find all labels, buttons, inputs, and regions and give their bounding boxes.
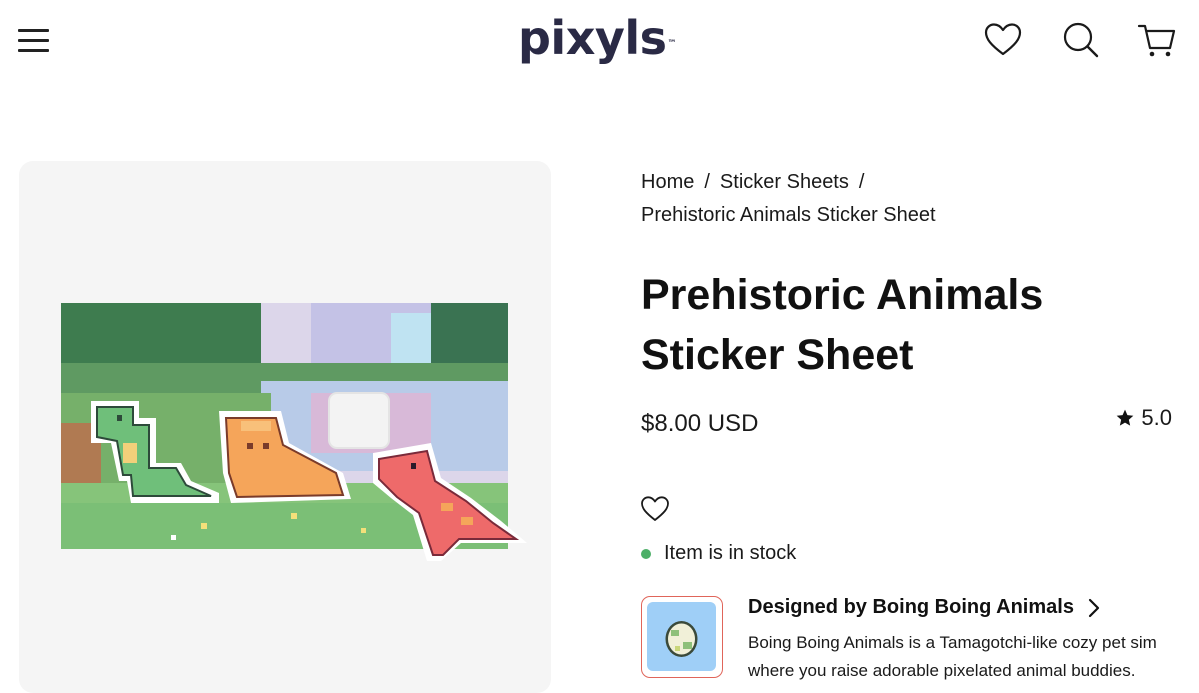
product-rating[interactable]: 5.0 <box>1115 405 1172 431</box>
designer-description: Boing Boing Animals is a Tamagotchi-like… <box>748 633 1157 680</box>
stock-text: Item is in stock <box>664 542 797 564</box>
breadcrumb-current-page[interactable]: Prehistoric Animals Sticker Sheet <box>641 204 936 226</box>
pixel-dinosaur-sticker-sheet-image <box>61 303 527 561</box>
star-icon <box>1117 409 1134 426</box>
pixyls-logo[interactable]: pixyls™ <box>518 8 677 68</box>
designer-link[interactable]: Designed by Boing Boing Animals <box>748 596 1100 619</box>
rating-value: 5.0 <box>1141 405 1172 430</box>
product-title: Prehistoric Animals Sticker Sheet <box>641 265 1161 385</box>
site-header: pixyls™ <box>0 0 1199 90</box>
stock-status: Item is in stock <box>641 542 796 565</box>
breadcrumb-separator: / <box>858 171 865 193</box>
logo-text: pixyls <box>518 11 667 65</box>
breadcrumb: Home / Sticker Sheets / Prehistoric Animals… <box>641 166 1161 232</box>
designer-thumbnail-bg <box>647 602 716 671</box>
cart-icon[interactable] <box>1137 20 1177 60</box>
product-price: $8.00 USD <box>641 410 759 437</box>
product-title-line1: Prehistoric Animals <box>641 271 1044 319</box>
chevron-right-icon <box>1088 598 1100 617</box>
stock-dot <box>641 548 651 559</box>
heart-outline-icon <box>641 496 669 521</box>
egg-avatar-icon <box>665 621 698 657</box>
designer-thumbnail[interactable] <box>641 596 723 678</box>
search-icon[interactable] <box>1061 20 1101 60</box>
designer-label: Designed by Boing Boing Animals <box>748 596 1074 618</box>
trademark-mark: ™ <box>667 39 677 49</box>
breadcrumb-separator: / <box>704 171 710 193</box>
breadcrumb-sticker-sheets-link[interactable]: Sticker Sheets <box>720 171 849 193</box>
wishlist-heart-icon[interactable] <box>983 20 1023 60</box>
add-to-wishlist-button[interactable] <box>640 494 670 524</box>
breadcrumb-home-link[interactable]: Home <box>641 171 694 193</box>
hamburger-menu-icon[interactable] <box>18 26 50 54</box>
product-image-card[interactable] <box>19 161 551 693</box>
product-title-line2: Sticker Sheet <box>641 331 914 379</box>
